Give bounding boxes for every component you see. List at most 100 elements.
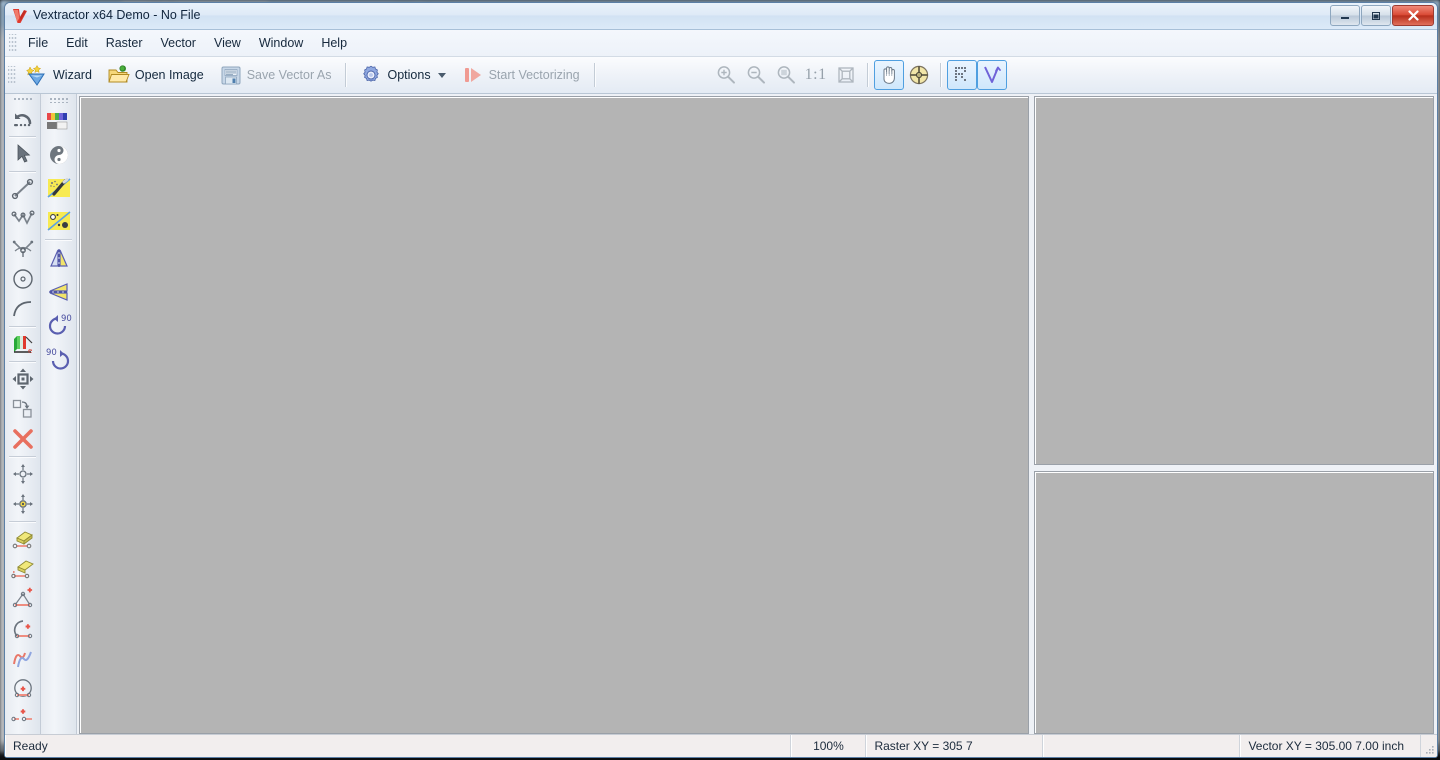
raster-canvas[interactable] [79, 96, 1029, 734]
polyline-tool[interactable] [6, 204, 39, 234]
move-object-tool[interactable] [6, 364, 39, 394]
toolbar-separator [593, 63, 595, 87]
close-icon [1407, 10, 1419, 21]
erase-line-tool[interactable] [6, 554, 39, 584]
chevron-down-icon[interactable] [437, 72, 446, 78]
circle-tool[interactable] [6, 264, 39, 294]
toolbar-grip[interactable] [8, 66, 16, 84]
line-icon [11, 179, 33, 200]
resize-grip-icon[interactable] [1421, 735, 1437, 757]
rotate-ccw-90-tool[interactable]: 90 [42, 341, 75, 374]
start-vectorizing-label: Start Vectorizing [488, 68, 580, 82]
line-tool[interactable] [6, 174, 39, 204]
show-vector-icon [983, 66, 1001, 83]
grayscale-tool[interactable] [42, 138, 75, 171]
node-edit-tool[interactable] [6, 234, 39, 264]
tool-separator [9, 171, 36, 173]
smooth-curve-tool[interactable] [6, 644, 39, 674]
noise-filter-icon [46, 210, 71, 231]
options-button[interactable]: Options [352, 59, 453, 91]
add-center-node-tool[interactable] [6, 489, 39, 519]
close-button[interactable] [1392, 5, 1434, 26]
status-raster-xy: Raster XY = 305 7 [866, 735, 1044, 757]
despeckle-wand-icon [46, 177, 71, 198]
minimize-icon [1341, 16, 1349, 19]
zoom-area-button[interactable] [771, 60, 801, 90]
toolcol-a-grip[interactable] [11, 96, 34, 103]
window-controls [1330, 5, 1434, 26]
select-arrow-icon [17, 144, 30, 163]
open-folder-icon [108, 65, 130, 83]
pan-hand-button[interactable] [873, 60, 904, 90]
menu-item-help[interactable]: Help [312, 32, 356, 54]
status-vector-xy: Vector XY = 305.00 7.00 inch [1240, 735, 1421, 757]
show-raster-icon [954, 67, 966, 81]
tool-separator [9, 136, 36, 138]
rotate-cw-90-tool[interactable]: 90 [42, 308, 75, 341]
flip-vertical-tool[interactable] [42, 242, 75, 275]
add-arc-node-icon [13, 620, 32, 639]
save-vector-as-button[interactable]: Save Vector As [212, 59, 340, 91]
start-vectorizing-button[interactable]: Start Vectorizing [454, 59, 588, 91]
undo-tool[interactable] [6, 104, 39, 134]
color-palette-icon [46, 112, 67, 129]
tool-separator [9, 326, 36, 328]
menu-item-raster[interactable]: Raster [97, 32, 152, 54]
add-polyline-node-tool[interactable] [6, 584, 39, 614]
add-circle-node-tool[interactable] [6, 674, 39, 704]
zoom-ratio-button[interactable]: 1:1 [801, 60, 831, 90]
properties-pane[interactable] [1034, 471, 1434, 734]
open-image-button[interactable]: Open Image [100, 59, 212, 91]
gradient-layers-tool[interactable]: e [6, 329, 39, 359]
status-bar: Ready 100% Raster XY = 305 7 Vector XY =… [5, 734, 1437, 757]
menu-item-vector[interactable]: Vector [152, 32, 205, 54]
noise-filter-tool[interactable] [42, 204, 75, 237]
erase-segment-tool[interactable] [6, 524, 39, 554]
status-zoom-level: 100% [791, 735, 867, 757]
zoom-ratio-label: 1:1 [804, 66, 827, 83]
vextractor-logo-icon [13, 9, 27, 23]
zoom-out-button[interactable] [741, 60, 771, 90]
menu-item-edit[interactable]: Edit [57, 32, 97, 54]
show-vector-button[interactable] [976, 60, 1007, 90]
zoom-in-icon [717, 66, 735, 84]
duplicate-object-tool[interactable] [6, 394, 39, 424]
window-title: Vextractor x64 Demo - No File [33, 8, 201, 22]
menu-item-view[interactable]: View [205, 32, 250, 54]
drawing-tools-column: e [5, 94, 41, 734]
color-palette-tool[interactable] [42, 105, 75, 138]
tool-separator [9, 361, 36, 363]
menu-item-file[interactable]: File [19, 32, 57, 54]
add-point-tool[interactable] [6, 704, 39, 734]
application-window: Vextractor x64 Demo - No File File Edit … [4, 2, 1438, 758]
rotate-ccw-90-icon: 90 [46, 348, 69, 370]
duplicate-object-icon [12, 399, 32, 418]
move-object-icon [12, 368, 33, 390]
svg-text:e: e [28, 347, 32, 355]
gear-icon [363, 65, 380, 82]
vector-preview-pane[interactable] [1034, 96, 1434, 465]
delete-object-tool[interactable] [6, 424, 39, 454]
maximize-button[interactable] [1361, 5, 1391, 26]
center-target-button[interactable] [904, 60, 934, 90]
toolcol-b-grip[interactable] [47, 96, 70, 103]
smooth-curve-icon [12, 651, 32, 668]
menu-item-window[interactable]: Window [250, 32, 312, 54]
flip-horizontal-tool[interactable] [42, 275, 75, 308]
wizard-button[interactable]: Wizard [18, 59, 100, 91]
pan-hand-icon [883, 66, 895, 84]
wizard-wand-icon [26, 64, 45, 86]
rotate-cw-90-icon: 90 [48, 314, 71, 335]
add-arc-node-tool[interactable] [6, 614, 39, 644]
menubar-grip[interactable] [9, 34, 17, 52]
fit-to-window-icon [837, 67, 854, 83]
fit-to-window-button[interactable] [831, 60, 861, 90]
minimize-button[interactable] [1330, 5, 1360, 26]
undo-icon [13, 113, 31, 127]
zoom-in-button[interactable] [711, 60, 741, 90]
add-node-tool[interactable] [6, 459, 39, 489]
despeckle-wand-tool[interactable] [42, 171, 75, 204]
show-raster-button[interactable] [946, 60, 977, 90]
arc-tool[interactable] [6, 294, 39, 324]
select-arrow-tool[interactable] [6, 139, 39, 169]
